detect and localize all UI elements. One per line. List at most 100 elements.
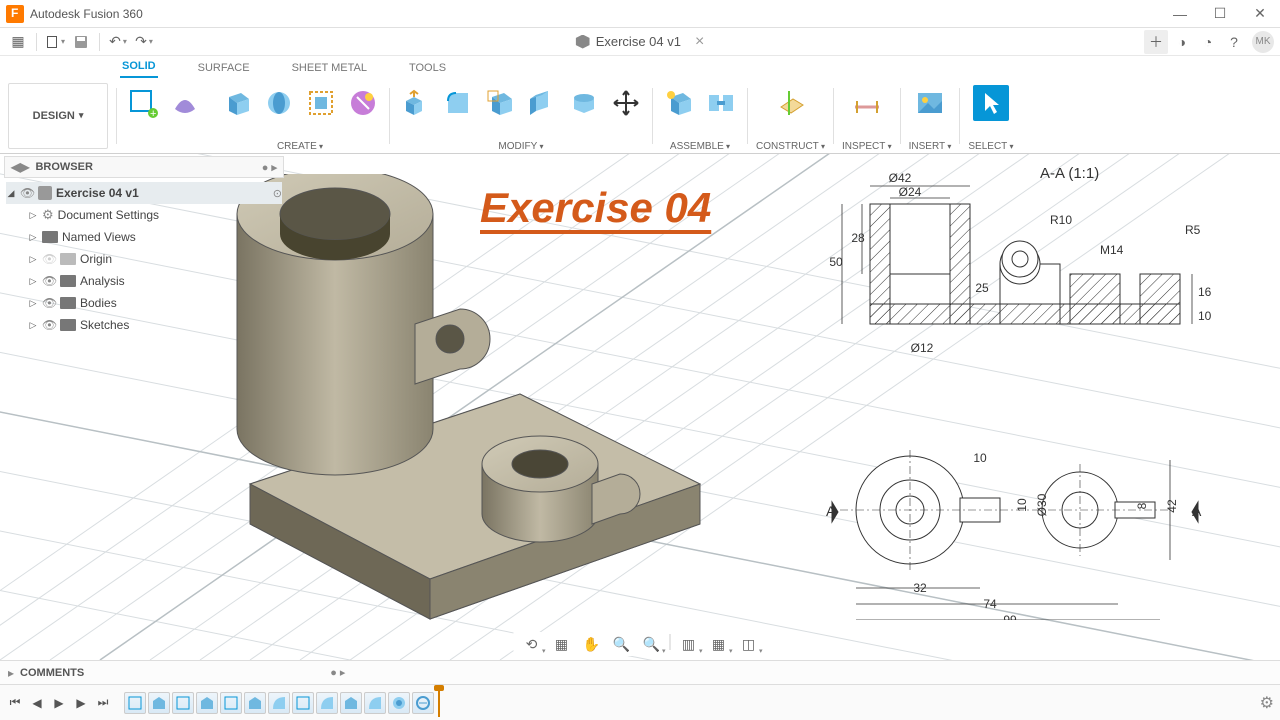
document-title: Exercise 04 v1	[596, 34, 681, 49]
timeline-feature[interactable]	[172, 692, 194, 714]
drawing-views: A-A (1:1)	[810, 160, 1280, 620]
file-menu-button[interactable]	[43, 30, 67, 54]
inspect-label[interactable]: INSPECT	[842, 141, 892, 152]
window-maximize-button[interactable]: ☐	[1200, 0, 1240, 28]
tree-item[interactable]: ▷👁Origin	[6, 248, 282, 270]
grid-button[interactable]: ▦	[707, 634, 731, 654]
loft-button[interactable]	[345, 85, 381, 121]
app-icon	[6, 5, 24, 23]
dim-w10: 10	[973, 451, 987, 465]
window-minimize-button[interactable]: —	[1160, 0, 1200, 28]
user-avatar[interactable]: MK	[1252, 31, 1274, 53]
zoom-button[interactable]: 🔍	[610, 634, 634, 654]
tab-solid[interactable]: SOLID	[120, 56, 158, 78]
browser-options-icon[interactable]: ● ▸	[262, 161, 277, 174]
construct-label[interactable]: CONSTRUCT	[756, 141, 825, 152]
joint-button[interactable]	[703, 85, 739, 121]
tree-root[interactable]: ◢👁 Exercise 04 v1 ⊙	[6, 182, 282, 204]
timeline-feature[interactable]	[364, 692, 386, 714]
timeline-end-button[interactable]: ⏭	[94, 694, 112, 712]
dim-h28: 28	[851, 231, 865, 245]
extrude-button[interactable]	[219, 85, 255, 121]
dim-h16: 16	[1198, 285, 1212, 299]
ribbon-group-construct: CONSTRUCT	[748, 80, 833, 152]
timeline-feature[interactable]	[148, 692, 170, 714]
timeline-feature[interactable]	[340, 692, 362, 714]
shell-button[interactable]	[524, 85, 560, 121]
insert-button[interactable]	[912, 85, 948, 121]
tab-surface[interactable]: SURFACE	[196, 58, 252, 78]
construct-button[interactable]	[773, 85, 809, 121]
undo-button[interactable]: ↶	[106, 30, 130, 54]
component-button[interactable]	[661, 85, 697, 121]
timeline-marker[interactable]	[438, 689, 440, 717]
timeline-feature[interactable]	[388, 692, 410, 714]
timeline-start-button[interactable]: ⏮	[6, 694, 24, 712]
window-close-button[interactable]: ✕	[1240, 0, 1280, 28]
timeline-play-button[interactable]: ▶	[50, 694, 68, 712]
tree-item[interactable]: ▷👁Analysis	[6, 270, 282, 292]
timeline-feature[interactable]	[220, 692, 242, 714]
tree-item[interactable]: ▷👁Sketches	[6, 314, 282, 336]
ribbon-group-inspect: INSPECT	[834, 80, 900, 152]
sweep-button[interactable]	[303, 85, 339, 121]
ribbon-group-create: CREATE	[211, 80, 389, 152]
revolve-button[interactable]	[261, 85, 297, 121]
timeline-prev-button[interactable]: ◀	[28, 694, 46, 712]
timeline-feature[interactable]	[244, 692, 266, 714]
modify-label[interactable]: MODIFY	[498, 141, 543, 152]
orbit-button[interactable]: ⟲	[520, 634, 544, 654]
grid-menu-button[interactable]: ▦	[6, 30, 30, 54]
timeline-next-button[interactable]: ▶	[72, 694, 90, 712]
tree-item[interactable]: ▷⚙Document Settings	[6, 204, 282, 226]
tab-sheet-metal[interactable]: SHEET METAL	[290, 58, 369, 78]
timeline-feature[interactable]	[292, 692, 314, 714]
comments-options-icon[interactable]: ● ▸	[330, 666, 345, 679]
select-label[interactable]: SELECT	[968, 141, 1013, 152]
job-status-button[interactable]: ◔	[1196, 30, 1220, 54]
inspect-button[interactable]	[849, 85, 885, 121]
select-button[interactable]	[973, 85, 1009, 121]
form-button[interactable]	[167, 85, 203, 121]
fillet-button[interactable]	[440, 85, 476, 121]
timeline-feature[interactable]	[124, 692, 146, 714]
app-title: Autodesk Fusion 360	[30, 7, 143, 21]
new-tab-button[interactable]: ＋	[1144, 30, 1168, 54]
pin-icon[interactable]: ◀▶	[11, 160, 29, 174]
tab-tools[interactable]: TOOLS	[407, 58, 448, 78]
move-button[interactable]	[608, 85, 644, 121]
press-pull-button[interactable]	[398, 85, 434, 121]
timeline-feature[interactable]	[196, 692, 218, 714]
timeline-feature[interactable]	[316, 692, 338, 714]
canvas-area[interactable]: Exercise 04 A-A (1:1)	[0, 154, 1280, 660]
insert-label[interactable]: INSERT	[909, 141, 952, 152]
help-button[interactable]: ?	[1222, 30, 1246, 54]
redo-button[interactable]: ↷	[132, 30, 156, 54]
dim-h50: 50	[829, 255, 843, 269]
tree-item[interactable]: ▷Named Views	[6, 226, 282, 248]
timeline-settings-button[interactable]: ⚙	[1260, 693, 1274, 713]
display-button[interactable]: ▥	[677, 634, 701, 654]
fit-button[interactable]: 🔍	[640, 634, 664, 654]
timeline-feature[interactable]	[268, 692, 290, 714]
combine-button[interactable]	[566, 85, 602, 121]
viewport-button[interactable]: ◫	[737, 634, 761, 654]
document-tab[interactable]: Exercise 04 v1 ×	[576, 33, 705, 51]
comments-bar[interactable]: ▸ COMMENTS ● ▸	[0, 660, 1280, 684]
dim-r5: R5	[1185, 223, 1201, 237]
ribbon-group-modify: MODIFY	[390, 80, 652, 152]
save-button[interactable]	[69, 30, 93, 54]
tree-item[interactable]: ▷👁Bodies	[6, 292, 282, 314]
document-close-button[interactable]: ×	[695, 33, 704, 51]
chamfer-button[interactable]	[482, 85, 518, 121]
workspace-switcher[interactable]: DESIGN	[8, 83, 108, 149]
look-at-button[interactable]: ▦	[550, 634, 574, 654]
assemble-label[interactable]: ASSEMBLE	[670, 141, 730, 152]
create-label[interactable]: CREATE	[277, 141, 323, 152]
extensions-button[interactable]: ◑	[1170, 30, 1194, 54]
sketch-button[interactable]: +	[125, 85, 161, 121]
ribbon-toolbar: DESIGN + CREATE MODIFY	[0, 78, 1280, 154]
timeline-feature[interactable]	[412, 692, 434, 714]
pan-button[interactable]: ✋	[580, 634, 604, 654]
browser-header[interactable]: ◀▶ BROWSER ● ▸	[4, 156, 284, 178]
